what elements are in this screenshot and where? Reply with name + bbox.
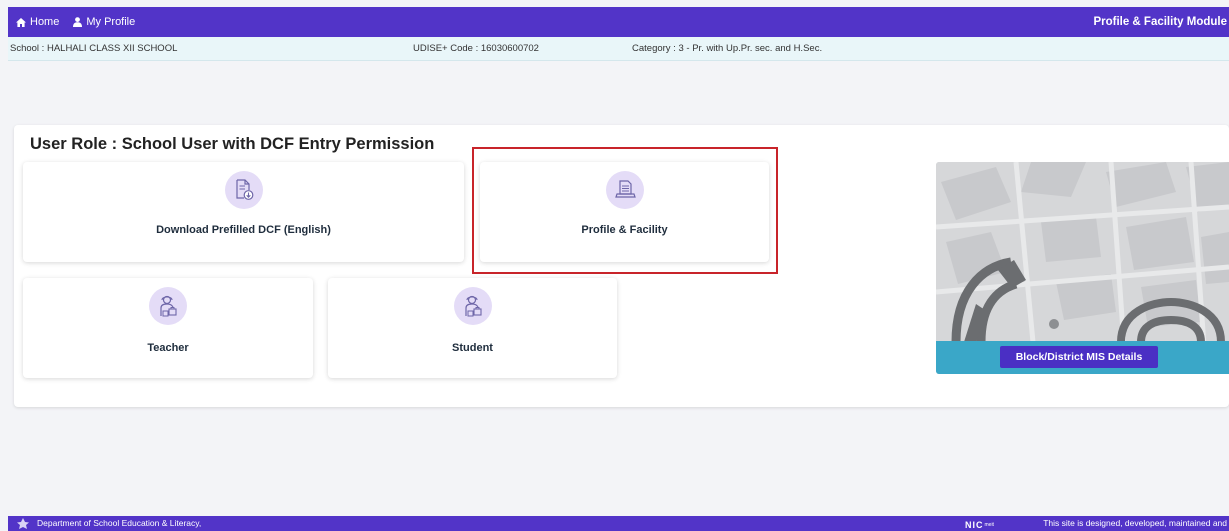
user-role-title: User Role : School User with DCF Entry P… xyxy=(30,135,435,153)
teacher-label: Teacher xyxy=(147,342,189,354)
module-title: Profile & Facility Module xyxy=(1093,16,1227,28)
profile-facility-label: Profile & Facility xyxy=(581,224,668,236)
download-dcf-label: Download Prefilled DCF (English) xyxy=(156,224,331,236)
nic-logo: NICmeit xyxy=(965,519,994,531)
download-dcf-icon-circle xyxy=(224,171,263,209)
block-district-mis-button[interactable]: Block/District MIS Details xyxy=(1000,346,1158,368)
school-name: School : HALHALI CLASS XII SCHOOL xyxy=(10,43,178,54)
user-bags-icon xyxy=(160,295,177,317)
footer: Department of School Education & Literac… xyxy=(8,516,1229,531)
udise-code: UDISE+ Code : 16030600702 xyxy=(413,43,539,54)
school-category: Category : 3 - Pr. with Up.Pr. sec. and … xyxy=(632,43,823,54)
user-bags-icon xyxy=(464,295,482,317)
mis-contact-card: Block/District MIS Details xyxy=(936,162,1229,374)
teacher-card[interactable]: Teacher xyxy=(23,278,313,378)
footer-designed-by: This site is designed, developed, mainta… xyxy=(1043,518,1227,528)
nic-logo-small: meit xyxy=(984,522,994,528)
student-icon-circle xyxy=(453,287,492,325)
student-card[interactable]: Student xyxy=(328,278,617,378)
school-info-bar: School : HALHALI CLASS XII SCHOOL UDISE+… xyxy=(8,37,1229,61)
teacher-icon-circle xyxy=(149,287,187,325)
document-download-icon xyxy=(235,179,253,200)
profile-facility-icon-circle xyxy=(605,171,644,209)
footer-department: Department of School Education & Literac… xyxy=(37,518,202,528)
student-label: Student xyxy=(452,342,493,354)
user-icon xyxy=(73,17,83,27)
home-link-label: Home xyxy=(30,16,60,28)
nic-logo-text: NIC xyxy=(965,520,984,530)
download-dcf-card[interactable]: Download Prefilled DCF (English) xyxy=(23,162,464,262)
top-nav: Home My Profile xyxy=(16,7,135,37)
my-profile-link-label: My Profile xyxy=(86,16,136,28)
home-link[interactable]: Home xyxy=(16,16,59,28)
home-icon xyxy=(16,17,26,27)
computer-document-icon xyxy=(614,180,636,198)
profile-facility-card[interactable]: Profile & Facility xyxy=(480,162,769,262)
emblem-icon xyxy=(17,518,29,529)
top-navbar: Home My Profile Profile & Facility Modul… xyxy=(8,7,1229,37)
my-profile-link[interactable]: My Profile xyxy=(73,16,135,28)
